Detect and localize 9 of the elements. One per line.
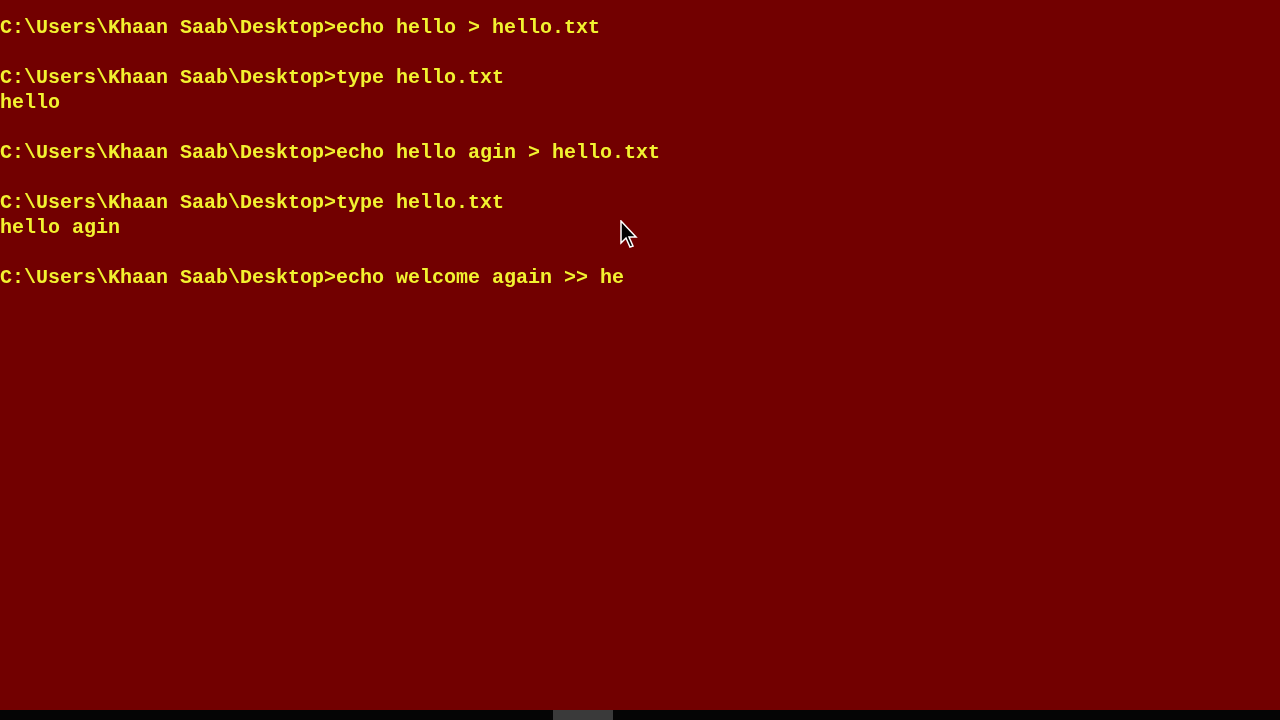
command-output: hello agin xyxy=(0,215,121,240)
command-line: C:\Users\Khaan Saab\Desktop>type hello.txt xyxy=(0,190,505,215)
taskbar-button[interactable] xyxy=(552,710,613,720)
mouse-pointer-icon xyxy=(620,220,638,248)
command-line: C:\Users\Khaan Saab\Desktop>echo welcome again >> he xyxy=(0,265,625,290)
command-line: C:\Users\Khaan Saab\Desktop>echo hello > hello.txt xyxy=(0,15,601,40)
command-line: C:\Users\Khaan Saab\Desktop>echo hello agin > hello.txt xyxy=(0,140,661,165)
command-output: hello xyxy=(0,90,60,115)
command-line: C:\Users\Khaan Saab\Desktop>type hello.txt xyxy=(0,65,505,90)
